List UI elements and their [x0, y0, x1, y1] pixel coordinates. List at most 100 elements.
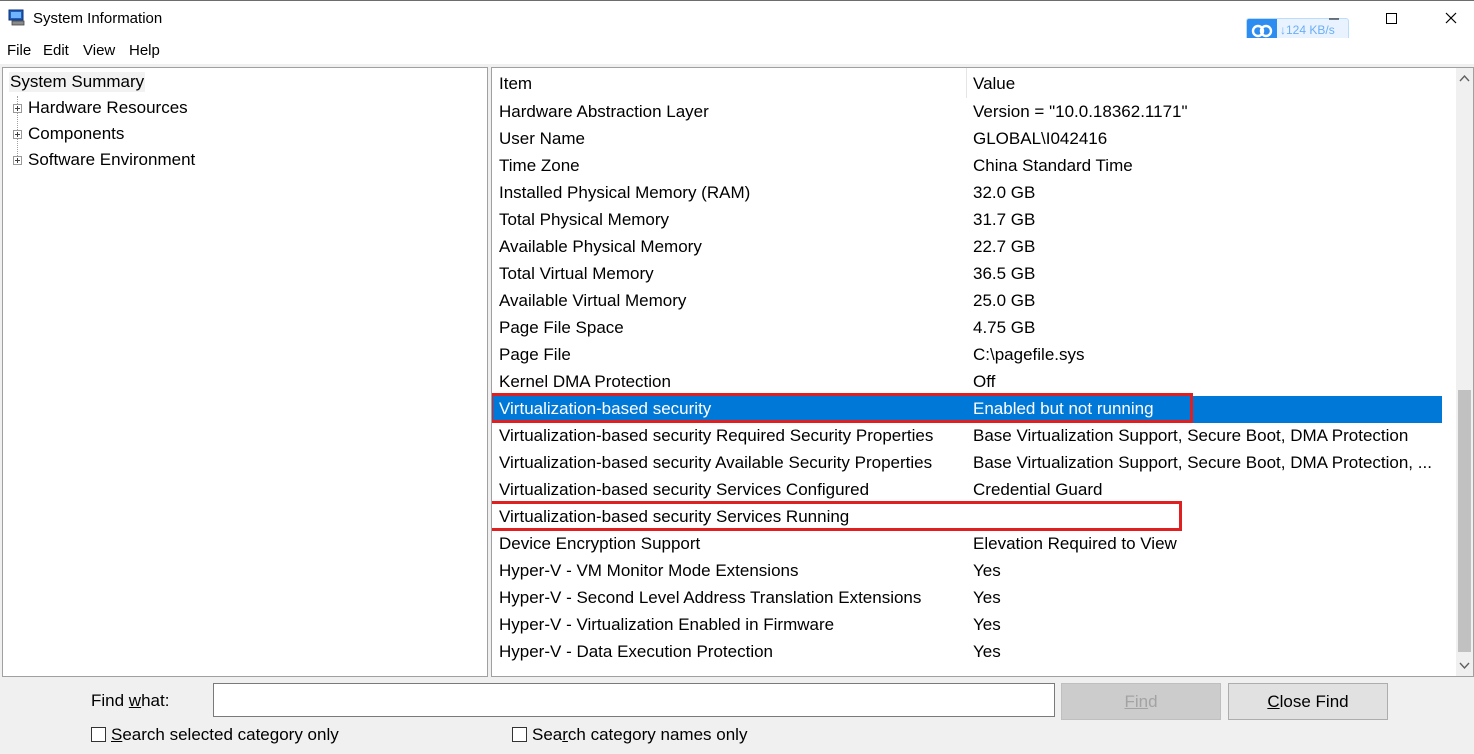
row-item: Hyper-V - VM Monitor Mode Extensions: [499, 561, 799, 580]
table-row[interactable]: Virtualization-based security Required S…: [492, 423, 1442, 450]
tree-item-system-summary[interactable]: System Summary: [9, 72, 146, 92]
column-separator[interactable]: [966, 68, 967, 98]
table-row[interactable]: Total Physical Memory 31.7 GB: [492, 207, 1442, 234]
row-value: Off: [973, 372, 996, 391]
row-value: Base Virtualization Support, Secure Boot…: [973, 453, 1432, 472]
details-list[interactable]: Item Value Hardware Abstraction Layer Ver…: [491, 67, 1474, 677]
maximize-button[interactable]: [1363, 0, 1421, 38]
row-value: Yes: [973, 561, 1001, 580]
menu-help[interactable]: Help: [129, 42, 160, 59]
window-title: System Information: [33, 10, 163, 27]
row-item: Hyper-V - Virtualization Enabled in Firm…: [499, 615, 835, 634]
table-row[interactable]: Installed Physical Memory (RAM) 32.0 GB: [492, 180, 1442, 207]
row-item: Total Physical Memory: [499, 210, 670, 229]
row-item: Time Zone: [499, 156, 580, 175]
find-button[interactable]: Find: [1061, 683, 1221, 720]
scroll-down-icon[interactable]: [1456, 657, 1473, 674]
row-value: Version = "10.0.18362.1171": [973, 102, 1188, 121]
table-row[interactable]: Page File C:\pagefile.sys: [492, 342, 1442, 369]
category-tree[interactable]: System Summary Hardware Resources Compon…: [2, 67, 488, 677]
table-row[interactable]: Hyper-V - Second Level Address Translati…: [492, 585, 1442, 612]
menu-file[interactable]: File: [7, 42, 31, 59]
row-item: Available Virtual Memory: [499, 291, 687, 310]
search-selected-category-label[interactable]: Search selected category only: [111, 725, 339, 745]
menu-view[interactable]: View: [83, 42, 115, 59]
row-value: 36.5 GB: [973, 264, 1036, 283]
row-value: 25.0 GB: [973, 291, 1036, 310]
expand-plus-icon[interactable]: [13, 104, 22, 113]
maximize-icon: [1386, 13, 1397, 24]
table-row[interactable]: Hyper-V - Virtualization Enabled in Firm…: [492, 612, 1442, 639]
row-value: Yes: [973, 615, 1001, 634]
row-value: GLOBAL\I042416: [973, 129, 1108, 148]
annotation-highlight-box: [492, 501, 1182, 531]
row-item: Page File: [499, 345, 571, 364]
row-value: China Standard Time: [973, 156, 1133, 175]
tree-item-components[interactable]: Components: [28, 124, 124, 144]
menu-edit[interactable]: Edit: [43, 42, 69, 59]
row-item: Virtualization-based security Available …: [499, 453, 933, 472]
minimize-button[interactable]: [1305, 0, 1363, 38]
search-category-names-label[interactable]: Search category names only: [532, 725, 747, 745]
row-value: Elevation Required to View: [973, 534, 1177, 553]
table-row[interactable]: Hardware Abstraction Layer Version = "10.…: [492, 99, 1442, 126]
list-header: Item Value: [492, 68, 1455, 98]
app-icon: [8, 9, 25, 26]
scrollbar-thumb[interactable]: [1458, 390, 1471, 652]
expand-plus-icon[interactable]: [13, 130, 22, 139]
row-value: 4.75 GB: [973, 318, 1036, 337]
row-item: Total Virtual Memory: [499, 264, 654, 283]
row-value: Yes: [973, 642, 1001, 661]
title-bar: System Information ↓124 KB/s: [0, 0, 1474, 44]
row-value: 22.7 GB: [973, 237, 1036, 256]
minimize-icon: [1329, 18, 1339, 20]
table-row[interactable]: Virtualization-based security Services C…: [492, 477, 1442, 504]
expand-plus-icon[interactable]: [13, 156, 22, 165]
row-item: Hyper-V - Data Execution Protection: [499, 642, 774, 661]
row-item: Hyper-V - Second Level Address Translati…: [499, 588, 922, 607]
row-value: Credential Guard: [973, 480, 1103, 499]
row-value: 32.0 GB: [973, 183, 1036, 202]
annotation-highlight-box: [492, 393, 1193, 423]
close-icon: [1445, 12, 1457, 24]
row-value: 31.7 GB: [973, 210, 1036, 229]
column-header-item[interactable]: Item: [499, 74, 532, 94]
tree-item-software-environment[interactable]: Software Environment: [28, 150, 195, 170]
menu-bar: File Edit View Help: [0, 38, 1474, 64]
table-row[interactable]: Available Physical Memory 22.7 GB: [492, 234, 1442, 261]
window-top-border: [0, 0, 1474, 1]
row-item: User Name: [499, 129, 585, 148]
search-selected-category-checkbox[interactable]: [91, 727, 106, 742]
tree-item-hardware-resources[interactable]: Hardware Resources: [28, 98, 188, 118]
table-row[interactable]: Device Encryption Support Elevation Requi…: [492, 531, 1442, 558]
find-input[interactable]: [213, 683, 1055, 717]
row-item: Available Physical Memory: [499, 237, 702, 256]
table-row[interactable]: Time Zone China Standard Time: [492, 153, 1442, 180]
row-value: Yes: [973, 588, 1001, 607]
column-header-value[interactable]: Value: [973, 74, 1015, 94]
find-bar: Find what: Find Close Find Search select…: [0, 678, 1474, 754]
row-item: Hardware Abstraction Layer: [499, 102, 709, 121]
close-button[interactable]: [1421, 0, 1474, 38]
close-find-button[interactable]: Close Find: [1228, 683, 1388, 720]
find-what-label: Find what:: [91, 691, 170, 710]
table-row[interactable]: Page File Space 4.75 GB: [492, 315, 1442, 342]
row-value: Base Virtualization Support, Secure Boot…: [973, 426, 1409, 445]
scroll-up-icon[interactable]: [1456, 70, 1473, 87]
vertical-scrollbar[interactable]: [1456, 68, 1473, 676]
search-category-names-checkbox[interactable]: [512, 727, 527, 742]
row-item: Kernel DMA Protection: [499, 372, 671, 391]
table-row[interactable]: Virtualization-based security Available …: [492, 450, 1442, 477]
table-row[interactable]: Total Virtual Memory 36.5 GB: [492, 261, 1442, 288]
table-row[interactable]: User Name GLOBAL\I042416: [492, 126, 1442, 153]
row-item: Device Encryption Support: [499, 534, 701, 553]
row-item: Installed Physical Memory (RAM): [499, 183, 751, 202]
table-row[interactable]: Hyper-V - VM Monitor Mode Extensions Yes: [492, 558, 1442, 585]
table-row[interactable]: Hyper-V - Data Execution Protection Yes: [492, 639, 1442, 666]
table-row[interactable]: Available Virtual Memory 25.0 GB: [492, 288, 1442, 315]
row-item: Page File Space: [499, 318, 624, 337]
row-item: Virtualization-based security Services C…: [499, 480, 870, 499]
table-row[interactable]: Kernel DMA Protection Off: [492, 369, 1442, 396]
row-item: Virtualization-based security Required S…: [499, 426, 934, 445]
row-value: C:\pagefile.sys: [973, 345, 1085, 364]
